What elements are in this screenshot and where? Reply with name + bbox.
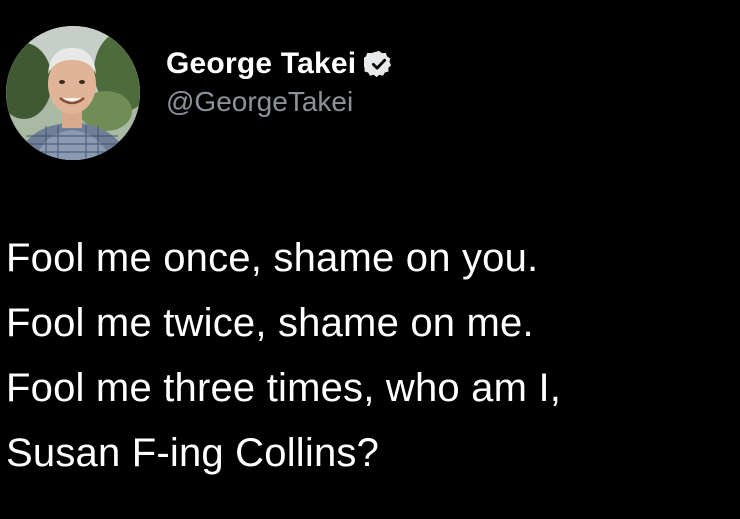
tweet-line: Fool me twice, shame on me. [6,301,534,345]
avatar-photo [6,26,140,160]
tweet-line: Susan F-ing Collins? [6,431,380,475]
author-identity: George Takei @GeorgeTakei [166,46,394,120]
tweet-line: Fool me once, shame on you. [6,236,539,280]
name-row: George Takei [166,46,394,82]
avatar[interactable] [6,26,140,160]
display-name[interactable]: George Takei [166,46,356,82]
verified-badge-icon [362,49,394,79]
handle[interactable]: @GeorgeTakei [166,84,394,120]
tweet-body: Fool me once, shame on you. Fool me twic… [6,226,734,486]
tweet-header: George Takei @GeorgeTakei [6,26,394,160]
tweet-line: Fool me three times, who am I, [6,366,562,410]
tweet-card: George Takei @GeorgeTakei Fool me once, … [0,0,740,519]
